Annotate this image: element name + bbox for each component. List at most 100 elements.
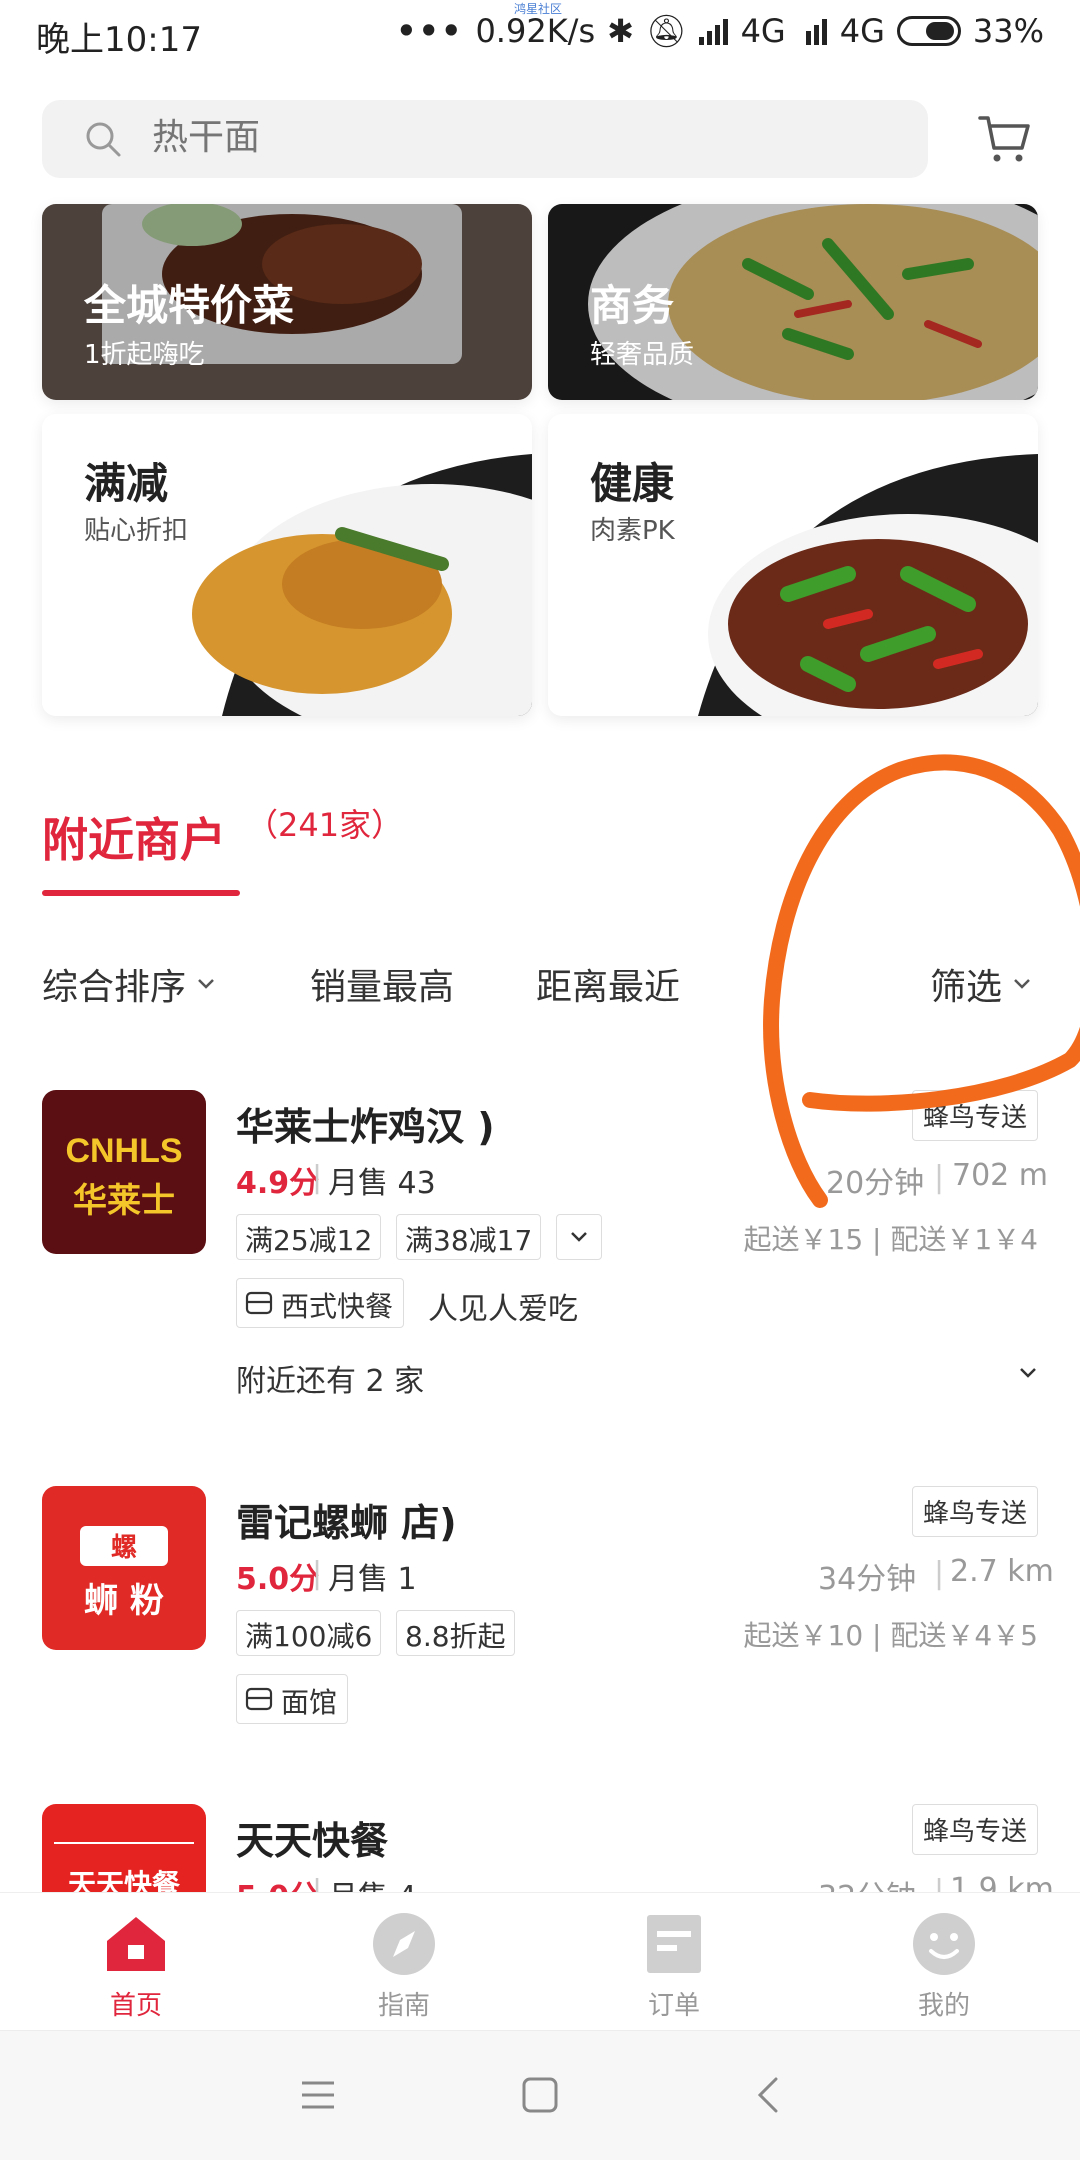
divider: | (312, 1874, 323, 1892)
nav-label: 指南 (377, 1991, 430, 2021)
chevron-down-icon (1014, 979, 1030, 989)
sort-distance-label: 距离最近 (536, 967, 681, 1008)
search-input[interactable] (152, 116, 852, 158)
divider: | (312, 1556, 323, 1591)
nav-home[interactable]: 首页 (76, 1911, 196, 2022)
category-subtitle: 1折起嗨吃 (84, 340, 205, 370)
category-title: 商务 (590, 281, 675, 330)
mute-bell-icon: 🔕︎ (645, 12, 687, 50)
cart-icon[interactable] (976, 110, 1032, 166)
nav-guide[interactable]: 指南 (344, 1911, 464, 2022)
expand-promos-button[interactable] (556, 1214, 602, 1260)
merchant-card[interactable]: 天天快餐 天天快餐 蜂鸟专送 5.0分 | 月售 4 32分钟 | 1.9 km (0, 1804, 1080, 1892)
menu-icon[interactable] (296, 2073, 340, 2117)
status-time: 晚上10:17 (36, 20, 202, 60)
fees-info: 起送￥10 | 配送￥4￥5 (743, 1619, 1039, 1652)
merchant-card[interactable]: 螺 蛳 粉 雷记螺蛳 店) 蜂鸟专送 5.0分 | 月售 1 34分钟 | 2.… (0, 1486, 1080, 1726)
merchant-logo: CNHLS 华莱士 (42, 1090, 206, 1254)
filter-button[interactable]: 筛选 (930, 958, 1032, 1010)
divider: | (934, 1874, 945, 1892)
nearby-merchants-title[interactable]: 附近商户 (42, 804, 226, 870)
divider: | (934, 1160, 945, 1195)
delivery-badge: 蜂鸟专送 (911, 1804, 1038, 1855)
chevron-down-icon (571, 1232, 587, 1242)
category-title: 满减 (84, 459, 169, 508)
delivery-badge: 蜂鸟专送 (911, 1090, 1038, 1141)
promo-tag: 满25减12 (236, 1214, 382, 1260)
compass-icon (373, 1913, 435, 1975)
sort-distance[interactable]: 距离最近 (536, 958, 680, 1010)
status-icons: ••• 0.92K/s ✱ 🔕︎ 4G 4G 33% (396, 12, 1044, 50)
logo-text: 螺 (111, 1533, 137, 1563)
category-card-discount[interactable]: 全城特价菜 1折起嗨吃 (42, 204, 532, 400)
nearby-branches-link[interactable]: 附近还有 2 家 (236, 1356, 424, 1400)
bluetooth-icon: ✱ (607, 12, 634, 50)
merchant-logo: 螺 蛳 粉 (42, 1486, 206, 1650)
category-title: 健康 (590, 459, 675, 508)
nav-label: 订单 (647, 1991, 700, 2021)
logo-text: CNHLS (65, 1132, 182, 1170)
network-speed: 0.92K/s (475, 12, 596, 50)
network-type-2: 4G (839, 12, 885, 50)
category-subtitle: 贴心折扣 (84, 516, 189, 546)
system-navigation-bar (0, 2030, 1080, 2160)
logo-subtext: 蛳 粉 (84, 1581, 164, 1621)
chevron-down-icon[interactable] (1018, 1366, 1038, 1380)
monthly-sales: 月售 4 (328, 1872, 417, 1892)
sort-sales[interactable]: 销量最高 (310, 958, 454, 1010)
delivery-time: 20分钟 (826, 1166, 925, 1201)
bottom-navigation: 首页 指南 订单 我的 (0, 1892, 1080, 2030)
battery-icon (896, 16, 961, 46)
category-card-discount-off[interactable]: 满减 贴心折扣 (42, 414, 532, 716)
category-subtitle: 肉素PK (590, 516, 675, 546)
fees-info: 起送￥15 | 配送￥1￥4 (743, 1223, 1039, 1256)
delivery-badge: 蜂鸟专送 (911, 1486, 1038, 1537)
category-card-healthy[interactable]: 健康 肉素PK (548, 414, 1038, 716)
nav-profile[interactable]: 我的 (884, 1911, 1004, 2022)
battery-percent: 33% (972, 12, 1044, 50)
signal-icon (698, 19, 728, 45)
distance: 702 m (952, 1158, 1049, 1193)
signal-hd-icon (805, 19, 827, 45)
monthly-sales: 月售 43 (328, 1166, 436, 1201)
cuisine-label: 西式快餐 (281, 1290, 394, 1323)
monthly-sales: 月售 1 (328, 1562, 417, 1597)
network-type-1: 4G (740, 12, 786, 50)
distance: 2.7 km (950, 1554, 1054, 1589)
delivery-time: 32分钟 (818, 1872, 916, 1892)
nav-label: 首页 (109, 1991, 162, 2021)
merchant-card[interactable]: CNHLS 华莱士 华莱士炸鸡汉 ) 蜂鸟专送 4.9分 | 月售 43 20分… (0, 1090, 1080, 1399)
merchant-name[interactable]: 华莱士炸鸡汉 ) (236, 1096, 495, 1151)
more-dots-icon: ••• (396, 12, 464, 50)
divider: | (934, 1556, 945, 1591)
status-bar: 晚上10:17 鸿星社区 ••• 0.92K/s ✱ 🔕︎ 4G 4G 33% (0, 0, 1080, 72)
logo-text: 天天快餐 (68, 1868, 181, 1892)
merchant-logo: 天天快餐 (42, 1804, 206, 1892)
merchant-rating: 5.0分 (236, 1872, 319, 1892)
filter-label: 筛选 (930, 967, 1003, 1008)
search-icon (86, 122, 121, 157)
category-subtitle: 轻奢品质 (590, 340, 695, 370)
shop-icon (245, 1687, 273, 1711)
cuisine-tag: 西式快餐 (236, 1278, 405, 1328)
merchant-name[interactable]: 雷记螺蛳 店) (236, 1492, 457, 1547)
sort-comprehensive[interactable]: 综合排序 (42, 958, 216, 1010)
divider: | (312, 1160, 323, 1195)
nav-orders[interactable]: 订单 (614, 1911, 734, 2022)
home-square-icon[interactable] (518, 2073, 562, 2117)
order-icon (647, 1915, 701, 1973)
shop-icon (245, 1291, 273, 1315)
merchant-name[interactable]: 天天快餐 (236, 1810, 388, 1865)
merchant-rating: 4.9分 (236, 1166, 320, 1201)
nav-label: 我的 (917, 1991, 970, 2021)
category-title: 全城特价菜 (84, 281, 295, 330)
search-bar[interactable] (42, 100, 928, 178)
promo-tag: 8.8折起 (396, 1610, 515, 1656)
logo-subtext: 华莱士 (73, 1181, 175, 1221)
nearby-merchants-count: （241家） (246, 806, 404, 844)
cuisine-label: 面馆 (281, 1686, 338, 1719)
promo-tag: 满100减6 (236, 1610, 382, 1656)
delivery-time: 34分钟 (818, 1562, 917, 1597)
category-card-business[interactable]: 商务 轻奢品质 (548, 204, 1038, 400)
back-icon[interactable] (748, 2073, 792, 2117)
